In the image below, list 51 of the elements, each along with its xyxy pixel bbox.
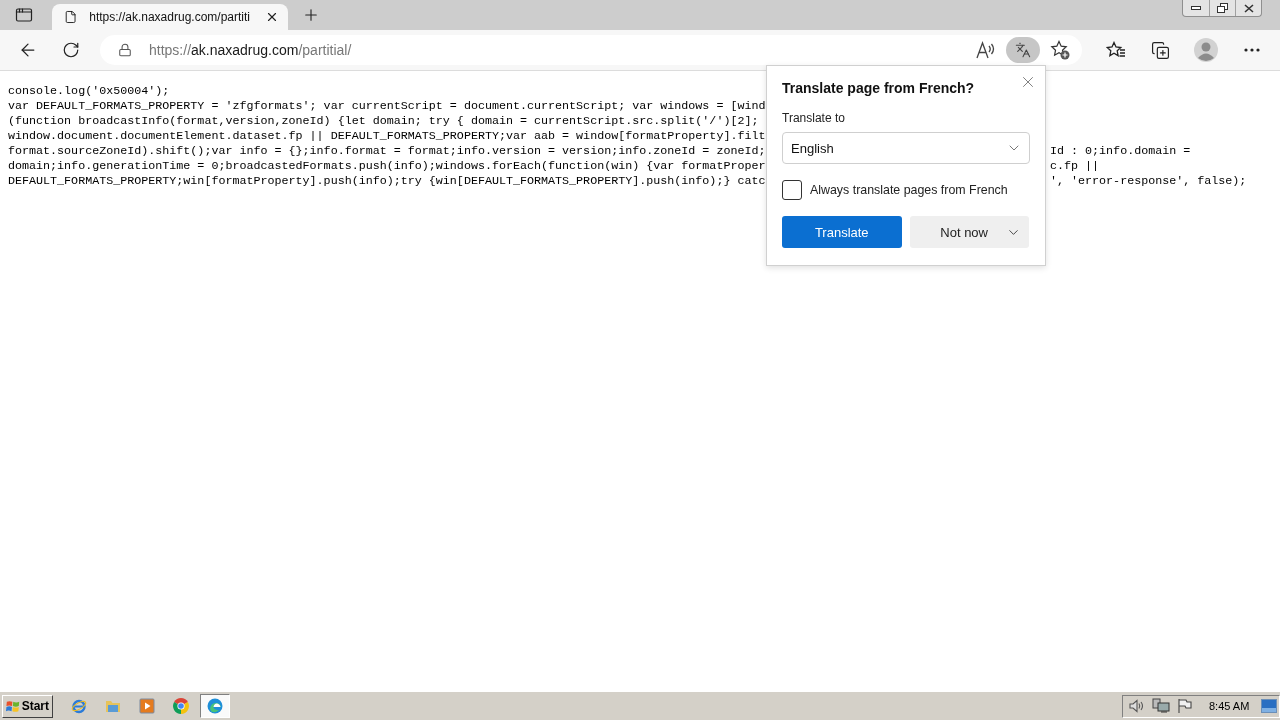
taskbar-app-button[interactable] [200,694,230,718]
language-select[interactable]: English [782,132,1030,164]
field-label: Translate to [782,111,845,125]
not-now-button[interactable]: Not now [909,216,1029,248]
code-line: ', 'error-response', false); [1050,174,1247,189]
more-icon [1244,48,1260,52]
collections-icon [1150,40,1170,60]
star-list-icon [1106,41,1126,59]
star-plus-icon [1050,40,1070,60]
ring-logo-icon [173,698,189,714]
close-icon [1243,3,1254,13]
browser-tab[interactable]: https://ak.naxadrug.com/partiti [52,4,288,30]
code-line: (function broadcastInfo(format,version,zoneId) {let domain; try { domain = currentScript.src.split('/')[2]; [8,114,759,129]
folder-icon [105,698,121,714]
flag-icon[interactable] [1177,698,1193,714]
popup-title: Translate page from French? [782,80,975,96]
plus-icon [302,6,320,24]
desktop-tile-icon[interactable] [1261,699,1278,713]
lock-icon [118,43,132,57]
code-line: DEFAULT_FORMATS_PROPERTY;win[formatProperty].push(info);try {win[DEFAULT_FORMATS_PROPERTY].push(info);} catc [8,174,766,189]
restore-icon [1217,3,1228,13]
network-icon[interactable] [1152,698,1170,714]
code-line: domain;info.generationTime = 0;broadcastedFormats.push(info);windows.forEach(function(win) {var formatProper [8,159,766,174]
checkbox[interactable] [782,180,802,200]
translate-icon [1015,42,1031,58]
refresh-icon [62,41,80,59]
code-line: var DEFAULT_FORMATS_PROPERTY = 'zfgformats'; var currentScript = document.currentScript; var windows = [wind [8,99,766,114]
tab-title: https://ak.naxadrug.com/partiti [89,10,250,24]
url-text[interactable]: https://ak.naxadrug.com/partitial/ [149,42,352,58]
profile-avatar-icon [1194,38,1218,62]
page-icon [64,9,78,25]
code-line: format.sourceZoneId).shift();var info = {};info.format = format;info.version = version;info.zoneId = zoneId; [8,144,766,159]
translate-action-button[interactable]: Translate [782,216,902,248]
code-line: c.fp || [1050,159,1100,174]
address-bar[interactable]: https://ak.naxadrug.com/partitial/ [100,35,1082,65]
minimize-icon [1191,6,1201,10]
wave-logo-icon [207,698,223,714]
window-panel-icon [15,6,33,24]
code-line: console.log('0x50004'); [8,84,170,99]
orbit-logo-icon [71,698,87,714]
play-tile-icon [139,698,155,714]
speaker-icon[interactable] [1129,699,1145,713]
start-button[interactable]: Start [2,694,53,718]
code-line: window.document.documentElement.dataset.fp || DEFAULT_FORMATS_PROPERTY;var aab = window[formatProperty].filt [8,129,766,144]
read-aloud-icon [976,41,996,59]
close-icon [265,10,279,24]
checkbox-label: Always translate pages from French [810,183,1008,197]
flag-logo-icon [6,698,20,714]
code-line: Id : 0;info.domain = [1050,144,1191,159]
translate-button[interactable] [1006,37,1040,63]
clock-text[interactable]: 8:45 AM [1209,700,1250,712]
